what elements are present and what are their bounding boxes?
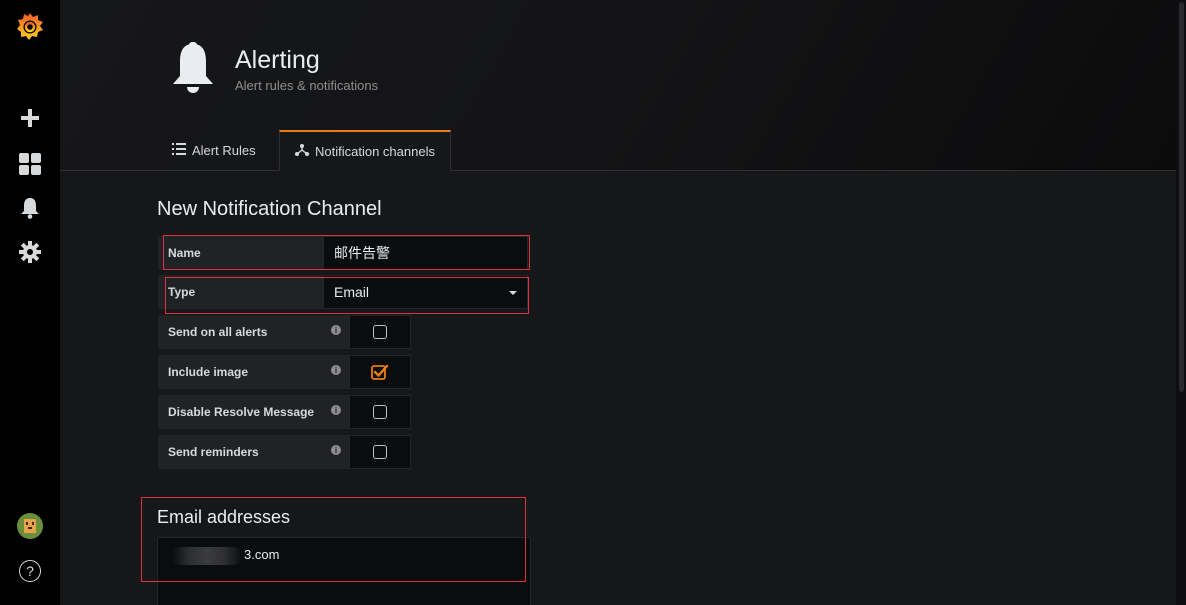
tab-notification-channels[interactable]: Notification channels [279,130,451,171]
grafana-logo-icon[interactable] [0,8,60,44]
send-reminders-label: Send reminders [168,445,259,459]
include-image-row: Include image i [158,355,349,389]
checkbox-unchecked-icon [373,325,387,339]
send-reminders-row: Send reminders i [158,435,349,469]
info-icon[interactable]: i [331,445,341,455]
alerting-bell-icon [172,42,220,98]
include-image-label: Include image [168,365,249,379]
type-select[interactable]: Email [323,275,528,309]
help-glyph: ? [19,560,41,582]
email-addresses-title: Email addresses [157,507,291,527]
name-input[interactable]: 邮件告警 [323,236,528,270]
avatar[interactable] [0,510,60,542]
send-on-all-alerts-label: Send on all alerts [168,325,268,339]
checkbox-checked-icon [371,364,389,380]
scrollbar[interactable] [1176,0,1186,605]
share-icon [295,143,310,159]
email-address-value: 3.com [244,547,280,562]
send-on-all-alerts-row: Send on all alerts i [158,315,349,349]
type-label: Type [158,275,323,309]
sidebar: ? [0,0,60,605]
tab-alert-rules[interactable]: Alert Rules [172,130,256,170]
email-addresses-textarea[interactable]: 3.com [157,537,531,605]
disable-resolve-message-row: Disable Resolve Message i [158,395,349,429]
disable-resolve-message-checkbox[interactable] [349,395,411,429]
send-on-all-alerts-checkbox[interactable] [349,315,411,349]
list-icon [172,142,186,158]
type-select-value: Email [334,284,370,300]
gear-icon[interactable] [0,238,60,266]
checkbox-unchecked-icon [373,405,387,419]
scrollbar-thumb[interactable] [1179,2,1184,392]
info-icon[interactable]: i [331,325,341,335]
info-icon[interactable]: i [331,405,341,415]
info-icon[interactable]: i [331,365,341,375]
page-subtitle: Alert rules & notifications [235,78,379,93]
name-label: Name [158,236,323,270]
form-title: New Notification Channel [157,198,382,220]
disable-resolve-message-label: Disable Resolve Message [168,405,315,419]
checkbox-unchecked-icon [373,445,387,459]
tab-alert-rules-label: Alert Rules [192,142,256,158]
send-reminders-checkbox[interactable] [349,435,411,469]
dashboards-icon[interactable] [0,150,60,178]
redacted-text [172,547,242,565]
include-image-checkbox[interactable] [349,355,411,389]
help-icon[interactable]: ? [0,556,60,586]
bell-icon[interactable] [0,194,60,222]
caret-down-icon [509,291,517,295]
tab-notification-channels-label: Notification channels [315,143,435,159]
tab-bar: Alert Rules Notification channels [60,130,1176,171]
plus-icon[interactable] [0,104,60,132]
page-title: Alerting [235,46,320,74]
